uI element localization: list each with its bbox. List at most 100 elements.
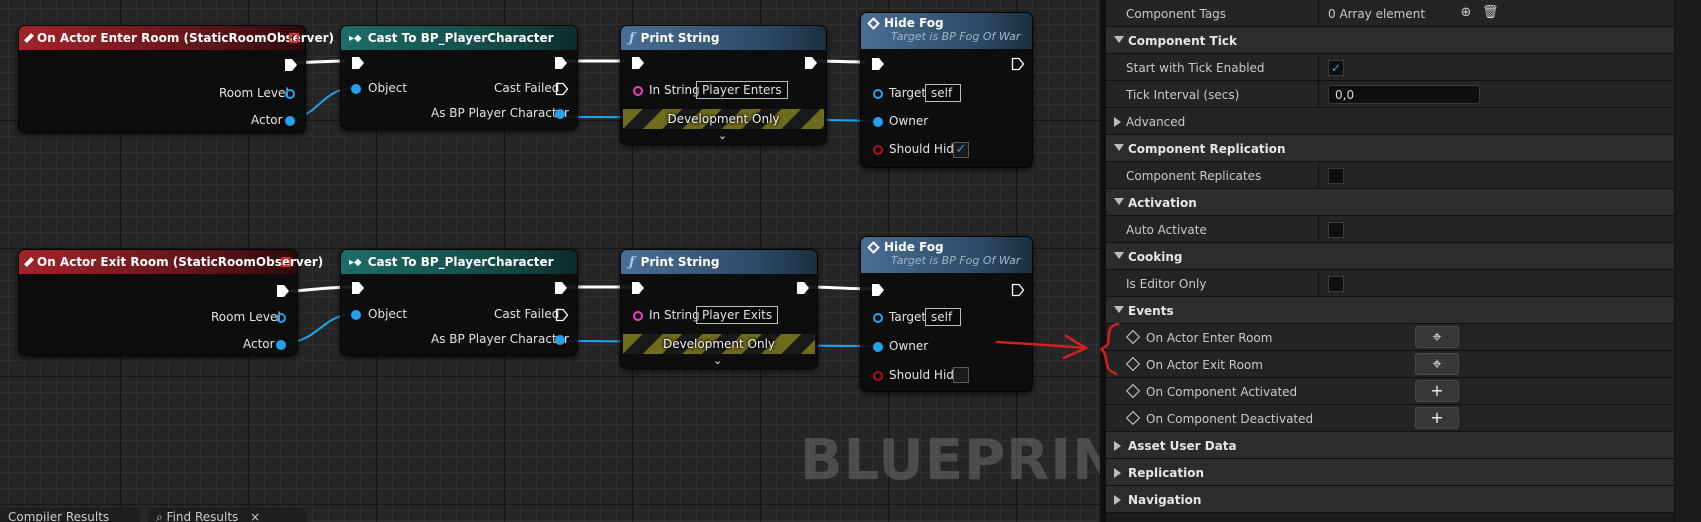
- in-string-input[interactable]: Player Enters: [696, 81, 788, 99]
- exec-out-pin[interactable]: [804, 56, 817, 69]
- in-string-input[interactable]: Player Exits: [696, 306, 779, 324]
- in-string-pin[interactable]: [633, 86, 643, 96]
- in-string-pin[interactable]: [633, 311, 643, 321]
- node-header[interactable]: On Actor Enter Room (StaticRoomObserver): [19, 26, 334, 50]
- hide-fog-node-exit[interactable]: Hide Fog Target is BP Fog Of War Target …: [860, 236, 1033, 392]
- node-header[interactable]: On Actor Exit Room (StaticRoomObserver): [19, 250, 323, 274]
- as-player-pin[interactable]: [555, 109, 565, 119]
- node-header[interactable]: ▸◆ Cast To BP_PlayerCharacter: [341, 250, 577, 274]
- node-header[interactable]: ▸◆ Cast To BP_PlayerCharacter: [341, 26, 577, 50]
- exec-out-pin[interactable]: [554, 56, 567, 69]
- expand-arrow-icon[interactable]: [1114, 117, 1121, 127]
- should-hide-pin[interactable]: [873, 371, 883, 381]
- category-navigation[interactable]: Navigation: [1106, 486, 1674, 513]
- expand-arrow-icon[interactable]: [1114, 468, 1121, 478]
- tab-find-results[interactable]: ⌕ Find Results ×: [148, 508, 306, 522]
- exec-out-pin[interactable]: [554, 281, 567, 294]
- node-header[interactable]: ƒ Print String: [621, 250, 817, 274]
- category-activation[interactable]: Activation: [1106, 189, 1674, 216]
- add-event-button[interactable]: +: [1415, 407, 1459, 429]
- exec-in-pin[interactable]: [871, 57, 884, 70]
- expand-arrow-icon[interactable]: [1114, 198, 1124, 205]
- close-icon[interactable]: ×: [250, 510, 260, 522]
- trash-icon[interactable]: 🗑: [1482, 5, 1499, 21]
- expand-arrow-icon[interactable]: [1114, 144, 1124, 151]
- should-hide-checkbox[interactable]: ✓: [953, 142, 969, 158]
- should-hide-checkbox[interactable]: [953, 367, 969, 383]
- print-string-node-enter[interactable]: ƒ Print String In String Player Enters D…: [620, 25, 827, 145]
- expand-arrow-icon[interactable]: [1114, 252, 1124, 259]
- exec-in-pin[interactable]: [351, 281, 364, 294]
- exec-out-pin[interactable]: [276, 284, 289, 297]
- node-header[interactable]: ƒ Print String: [621, 26, 826, 50]
- actor-pin[interactable]: [285, 116, 295, 126]
- chevron-down-icon[interactable]: ⌄: [713, 354, 722, 367]
- expand-arrow-icon[interactable]: [1114, 36, 1124, 43]
- event-diamond-icon: [24, 257, 34, 267]
- target-pin[interactable]: [873, 89, 883, 99]
- exec-in-pin[interactable]: [631, 56, 644, 69]
- cast-failed-pin[interactable]: [555, 82, 569, 96]
- tab-compiler-results[interactable]: Compiler Results: [0, 508, 140, 522]
- exec-out-pin[interactable]: [1011, 57, 1025, 71]
- component-replicates-checkbox[interactable]: [1328, 168, 1344, 184]
- target-input[interactable]: self: [925, 84, 961, 102]
- delegate-pin-icon[interactable]: [281, 257, 291, 267]
- category-events[interactable]: Events: [1106, 297, 1674, 324]
- event-row-actor-exit-room: On Actor Exit Room ⌖: [1106, 351, 1674, 378]
- exec-in-pin[interactable]: [351, 56, 364, 69]
- cast-failed-pin[interactable]: [555, 308, 569, 322]
- pin-label-target: Target: [889, 310, 927, 324]
- room-level-pin[interactable]: [285, 89, 295, 99]
- panel-scrollbar[interactable]: [1674, 0, 1701, 522]
- room-level-pin[interactable]: [276, 313, 286, 323]
- should-hide-pin[interactable]: [873, 145, 883, 155]
- category-replication[interactable]: Replication: [1106, 459, 1674, 486]
- goto-event-button[interactable]: ⌖: [1415, 326, 1459, 348]
- node-header[interactable]: Hide Fog Target is BP Fog Of War: [861, 237, 1032, 273]
- delegate-pin-icon[interactable]: [289, 33, 299, 43]
- cast-node-exit[interactable]: ▸◆ Cast To BP_PlayerCharacter Object Cas…: [340, 249, 578, 356]
- expand-arrow-icon[interactable]: [1114, 306, 1124, 313]
- tick-interval-input[interactable]: 0,0: [1328, 85, 1480, 104]
- target-pin[interactable]: [873, 313, 883, 323]
- cast-node-enter[interactable]: ▸◆ Cast To BP_PlayerCharacter Object Cas…: [340, 25, 578, 130]
- node-title: Print String: [640, 31, 720, 45]
- start-with-tick-checkbox[interactable]: ✓: [1328, 60, 1344, 76]
- bottom-tab-bar: Compiler Results ⌕ Find Results ×: [0, 508, 320, 522]
- category-component-tick[interactable]: Component Tick: [1106, 27, 1674, 54]
- as-player-pin[interactable]: [555, 335, 565, 345]
- add-event-button[interactable]: +: [1415, 380, 1459, 402]
- category-asset-user-data[interactable]: Asset User Data: [1106, 432, 1674, 459]
- event-node-enter-room[interactable]: On Actor Enter Room (StaticRoomObserver)…: [18, 25, 334, 133]
- print-string-node-exit[interactable]: ƒ Print String In String Player Exits De…: [620, 249, 818, 369]
- goto-event-button[interactable]: ⌖: [1415, 353, 1459, 375]
- object-pin[interactable]: [351, 310, 361, 320]
- actor-pin[interactable]: [276, 340, 286, 350]
- auto-activate-checkbox[interactable]: [1328, 222, 1344, 238]
- chevron-down-icon[interactable]: ⌄: [718, 129, 727, 142]
- exec-out-pin[interactable]: [1011, 283, 1025, 297]
- event-node-exit-room[interactable]: On Actor Exit Room (StaticRoomObserver) …: [18, 249, 323, 356]
- owner-pin[interactable]: [873, 117, 883, 127]
- exec-in-pin[interactable]: [631, 281, 644, 294]
- category-component-replication[interactable]: Component Replication: [1106, 135, 1674, 162]
- expand-arrow-icon[interactable]: [1114, 495, 1121, 505]
- owner-pin[interactable]: [873, 342, 883, 352]
- hide-fog-node-enter[interactable]: Hide Fog Target is BP Fog Of War Target …: [860, 12, 1033, 168]
- expand-arrow-icon[interactable]: [1114, 441, 1121, 451]
- exec-out-pin[interactable]: [796, 281, 809, 294]
- add-icon[interactable]: ⊕: [1458, 5, 1474, 21]
- node-title: Cast To BP_PlayerCharacter: [367, 255, 554, 269]
- editor-only-checkbox[interactable]: [1328, 276, 1344, 292]
- blueprint-graph[interactable]: On Actor Enter Room (StaticRoomObserver)…: [0, 0, 1100, 522]
- subcategory-advanced[interactable]: Advanced: [1106, 108, 1674, 135]
- exec-in-pin[interactable]: [871, 283, 884, 296]
- object-pin[interactable]: [351, 84, 361, 94]
- event-label: On Component Activated: [1146, 385, 1298, 399]
- node-header[interactable]: Hide Fog Target is BP Fog Of War: [861, 13, 1032, 49]
- category-cooking[interactable]: Cooking: [1106, 243, 1674, 270]
- exec-out-pin[interactable]: [284, 58, 297, 71]
- event-row-actor-enter-room: On Actor Enter Room ⌖: [1106, 324, 1674, 351]
- target-input[interactable]: self: [925, 308, 961, 326]
